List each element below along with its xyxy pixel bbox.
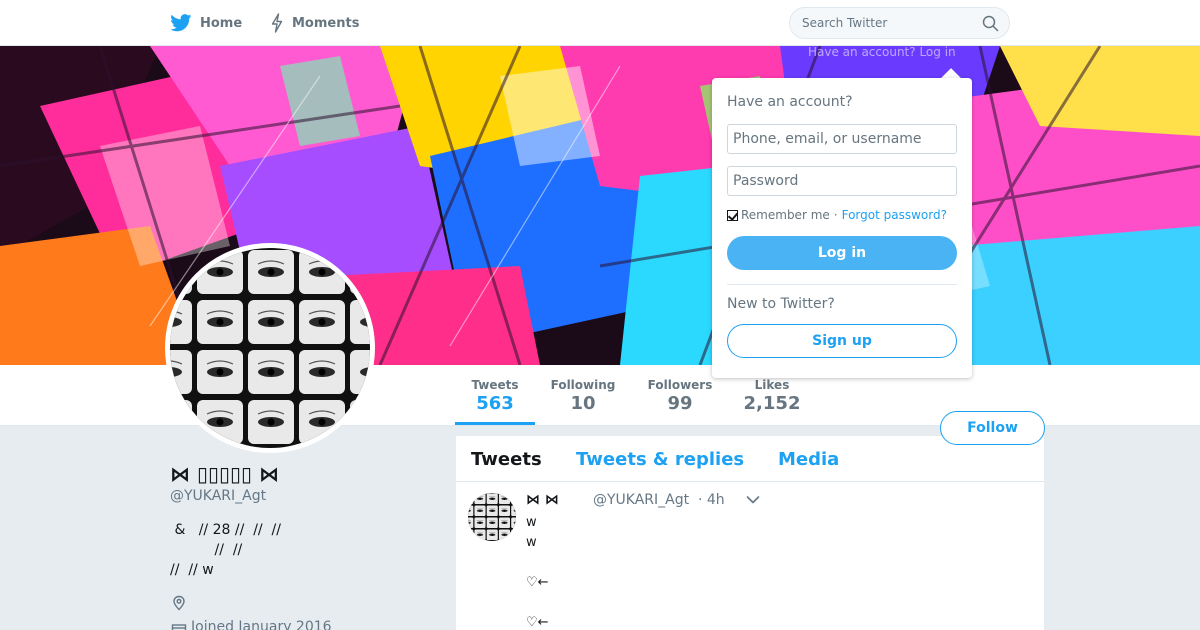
- remember-me-checkbox[interactable]: [727, 209, 738, 221]
- twitter-bird-icon: [170, 14, 192, 32]
- chevron-down-icon[interactable]: [746, 495, 760, 505]
- top-nav: Home Moments: [0, 0, 1200, 46]
- lightning-icon: [271, 13, 283, 33]
- nav-home[interactable]: Home: [170, 0, 242, 46]
- stat-following-label: Following: [550, 378, 616, 392]
- nav-moments[interactable]: Moments: [270, 0, 359, 46]
- divider: [727, 284, 957, 285]
- separator-dot: ·: [833, 208, 838, 222]
- stat-following-value: 10: [570, 393, 596, 414]
- stat-followers-value: 99: [667, 393, 693, 414]
- tweet-avatar[interactable]: [468, 493, 516, 541]
- tab-tweets-replies[interactable]: Tweets & replies: [576, 449, 744, 470]
- timeline: Tweets Tweets & replies Media ⋈ ⋈ @YUKAR…: [456, 436, 1044, 630]
- login-button[interactable]: Log in: [727, 236, 957, 270]
- stat-likes-value: 2,152: [743, 393, 801, 414]
- profile-name[interactable]: ⋈ ▯▯▯▯▯ ⋈: [170, 462, 279, 486]
- tweet[interactable]: ⋈ ⋈ @YUKARI_Agt · 4h w w ♡← ♡←: [456, 483, 1044, 630]
- stat-following[interactable]: Following 10: [545, 365, 621, 425]
- tweet-author-name[interactable]: ⋈ ⋈: [526, 492, 559, 508]
- stat-tweets[interactable]: Tweets 563: [455, 365, 535, 425]
- new-to-twitter-heading: New to Twitter?: [727, 296, 835, 312]
- tab-tweets[interactable]: Tweets: [471, 449, 542, 470]
- nav-home-label: Home: [200, 15, 243, 31]
- tweet-author-handle[interactable]: @YUKARI_Agt: [593, 492, 689, 508]
- location-pin-icon: [173, 595, 185, 611]
- forgot-password-link[interactable]: Forgot password?: [842, 208, 947, 222]
- tab-media[interactable]: Media: [778, 449, 839, 470]
- profile-bio: & // 28 // // // // // // // w: [170, 522, 281, 578]
- profile-handle[interactable]: @YUKARI_Agt: [170, 488, 266, 504]
- avatar[interactable]: [165, 243, 375, 453]
- remember-me-label[interactable]: Remember me: [741, 208, 830, 222]
- search-icon[interactable]: [982, 15, 999, 32]
- password-field[interactable]: [727, 166, 957, 196]
- tweet-text: w w ♡← ♡←: [526, 515, 549, 630]
- stat-followers[interactable]: Followers 99: [642, 365, 718, 425]
- signup-button[interactable]: Sign up: [727, 324, 957, 358]
- login-hint[interactable]: Have an account? Log in: [808, 45, 956, 59]
- stat-followers-label: Followers: [647, 378, 713, 392]
- login-heading: Have an account?: [727, 94, 853, 110]
- stat-likes-label: Likes: [754, 378, 790, 392]
- follow-button[interactable]: Follow: [940, 411, 1045, 445]
- tweet-timestamp[interactable]: · 4h: [698, 492, 725, 508]
- login-dropdown: Have an account? Remember me · Forgot pa…: [712, 78, 972, 378]
- joined-date: Joined January 2016: [191, 619, 332, 630]
- nav-moments-label: Moments: [292, 15, 360, 31]
- search-input[interactable]: [790, 8, 1009, 38]
- remember-row: Remember me · Forgot password?: [727, 208, 947, 222]
- stat-tweets-label: Tweets: [471, 378, 519, 392]
- calendar-icon: [171, 624, 187, 630]
- search-box: [789, 7, 1010, 39]
- stat-tweets-value: 563: [476, 393, 514, 414]
- username-field[interactable]: [727, 124, 957, 154]
